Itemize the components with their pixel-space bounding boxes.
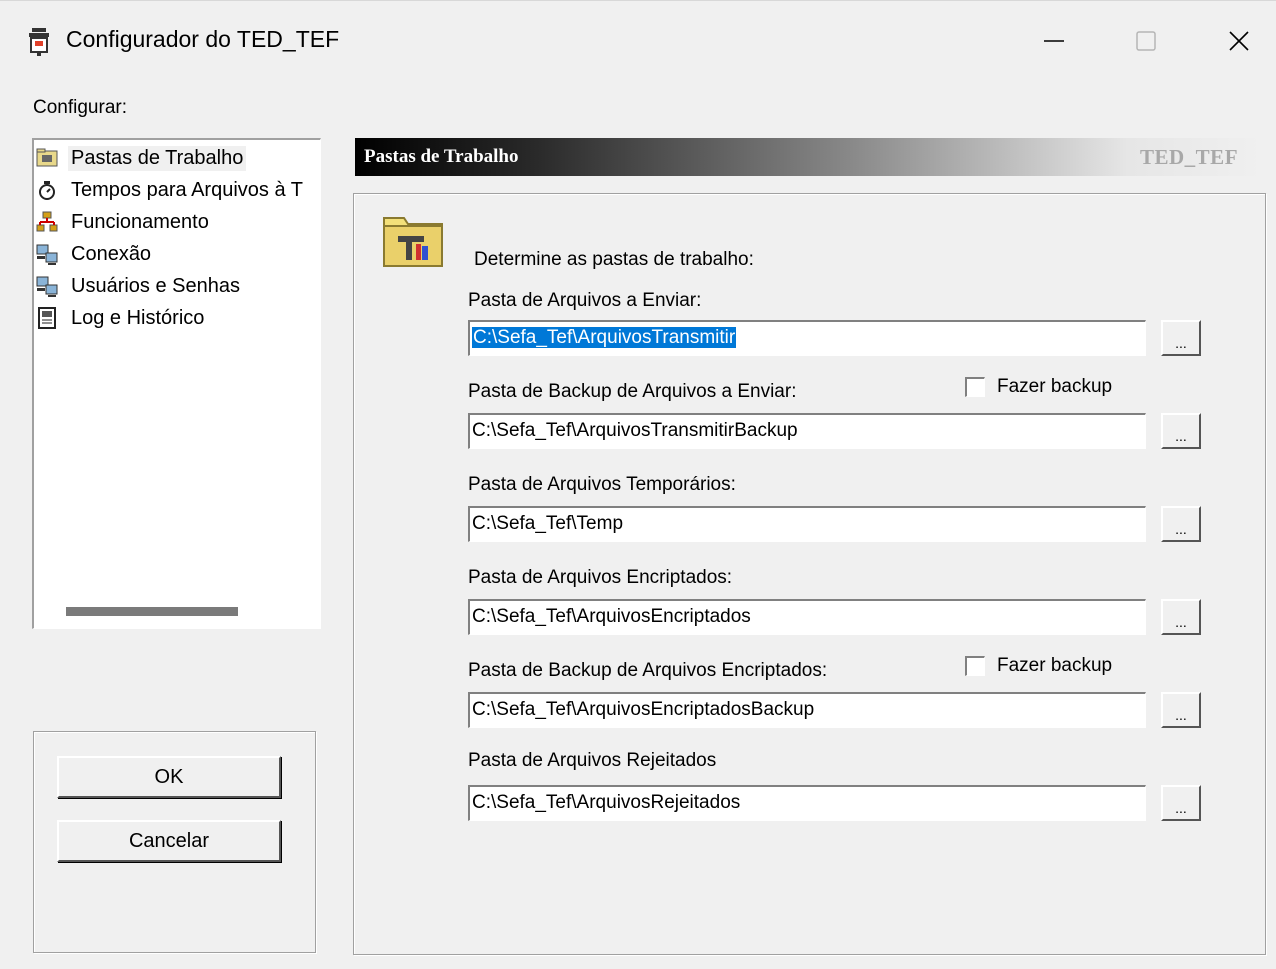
folder-icon xyxy=(36,148,58,167)
browse-backup-enviar-button[interactable]: ... xyxy=(1161,413,1201,449)
browse-encriptados-button[interactable]: ... xyxy=(1161,599,1201,635)
network-icon xyxy=(36,211,58,232)
pasta-backup-encriptados-input[interactable]: C:\Sefa_Tef\ArquivosEncriptadosBackup xyxy=(468,692,1146,728)
browse-temporarios-button[interactable]: ... xyxy=(1161,506,1201,542)
checkbox-box[interactable] xyxy=(965,377,985,397)
close-icon xyxy=(1229,31,1249,51)
tree-item-funcionamento[interactable]: Funcionamento xyxy=(36,208,212,236)
section-title: Pastas de Trabalho xyxy=(364,146,519,167)
tools-folder-icon xyxy=(383,217,443,267)
field-label-enviar: Pasta de Arquivos a Enviar: xyxy=(468,290,702,311)
brand-label: TED_TEF xyxy=(1140,145,1239,169)
computers-icon xyxy=(36,244,58,265)
tree-item-label: Funcionamento xyxy=(71,210,209,233)
tree-item-pastas[interactable]: Pastas de Trabalho xyxy=(36,144,247,172)
field-label-backup-encriptados: Pasta de Backup de Arquivos Encriptados: xyxy=(468,660,828,681)
ok-button[interactable]: OK xyxy=(57,756,281,798)
field-label-encriptados: Pasta de Arquivos Encriptados: xyxy=(468,567,733,588)
checkbox-label: Fazer backup xyxy=(997,376,1113,397)
tree-item-log[interactable]: Log e Histórico xyxy=(36,304,207,332)
app-icon xyxy=(29,28,49,56)
config-tree[interactable]: Pastas de Trabalho Tempos para Arquivos … xyxy=(32,138,321,629)
maximize-button[interactable] xyxy=(1116,16,1176,66)
pasta-enviar-input[interactable]: C:\Sefa_Tef\ArquivosTransmitir xyxy=(468,320,1146,356)
field-label-rejeitados: Pasta de Arquivos Rejeitados xyxy=(468,750,717,771)
configurar-label: Configurar: xyxy=(33,97,127,118)
cancel-button[interactable]: Cancelar xyxy=(57,820,281,862)
tree-item-tempos[interactable]: Tempos para Arquivos à T xyxy=(36,176,306,204)
pasta-rejeitados-input[interactable]: C:\Sefa_Tef\ArquivosRejeitados xyxy=(468,785,1146,821)
tree-item-label: Log e Histórico xyxy=(71,306,205,329)
log-book-icon xyxy=(38,307,56,329)
browse-rejeitados-button[interactable]: ... xyxy=(1161,785,1201,821)
tree-item-label: Tempos para Arquivos à T xyxy=(71,178,303,201)
pasta-temporarios-input[interactable]: C:\Sefa_Tef\Temp xyxy=(468,506,1146,542)
computers-icon xyxy=(36,276,58,297)
tree-item-label: Conexão xyxy=(71,242,152,265)
fazer-backup-enviar-checkbox[interactable]: Fazer backup xyxy=(965,375,1112,399)
horizontal-scrollbar[interactable] xyxy=(66,607,238,616)
fazer-backup-encriptados-checkbox[interactable]: Fazer backup xyxy=(965,654,1112,678)
close-button[interactable] xyxy=(1209,16,1269,66)
pasta-encriptados-input[interactable]: C:\Sefa_Tef\ArquivosEncriptados xyxy=(468,599,1146,635)
stopwatch-icon xyxy=(39,181,55,200)
selected-text: C:\Sefa_Tef\ArquivosTransmitir xyxy=(472,327,737,348)
browse-backup-encriptados-button[interactable]: ... xyxy=(1161,692,1201,728)
browse-enviar-button[interactable]: ... xyxy=(1161,320,1201,356)
minimize-button[interactable] xyxy=(1024,16,1084,66)
tree-item-conexao[interactable]: Conexão xyxy=(36,240,154,268)
tree-item-label: Usuários e Senhas xyxy=(71,274,240,297)
tree-item-usuarios[interactable]: Usuários e Senhas xyxy=(36,272,243,300)
field-label-backup-enviar: Pasta de Backup de Arquivos a Enviar: xyxy=(468,381,797,402)
tree-item-label: Pastas de Trabalho xyxy=(68,145,247,171)
minimize-icon xyxy=(1044,40,1064,42)
pasta-backup-enviar-input[interactable]: C:\Sefa_Tef\ArquivosTransmitirBackup xyxy=(468,413,1146,449)
window-title: Configurador do TED_TEF xyxy=(66,26,340,52)
instruction-text: Determine as pastas de trabalho: xyxy=(474,249,754,270)
checkbox-box[interactable] xyxy=(965,656,985,676)
checkbox-label: Fazer backup xyxy=(997,655,1113,676)
maximize-icon xyxy=(1136,31,1156,51)
field-label-temporarios: Pasta de Arquivos Temporários: xyxy=(468,474,736,495)
